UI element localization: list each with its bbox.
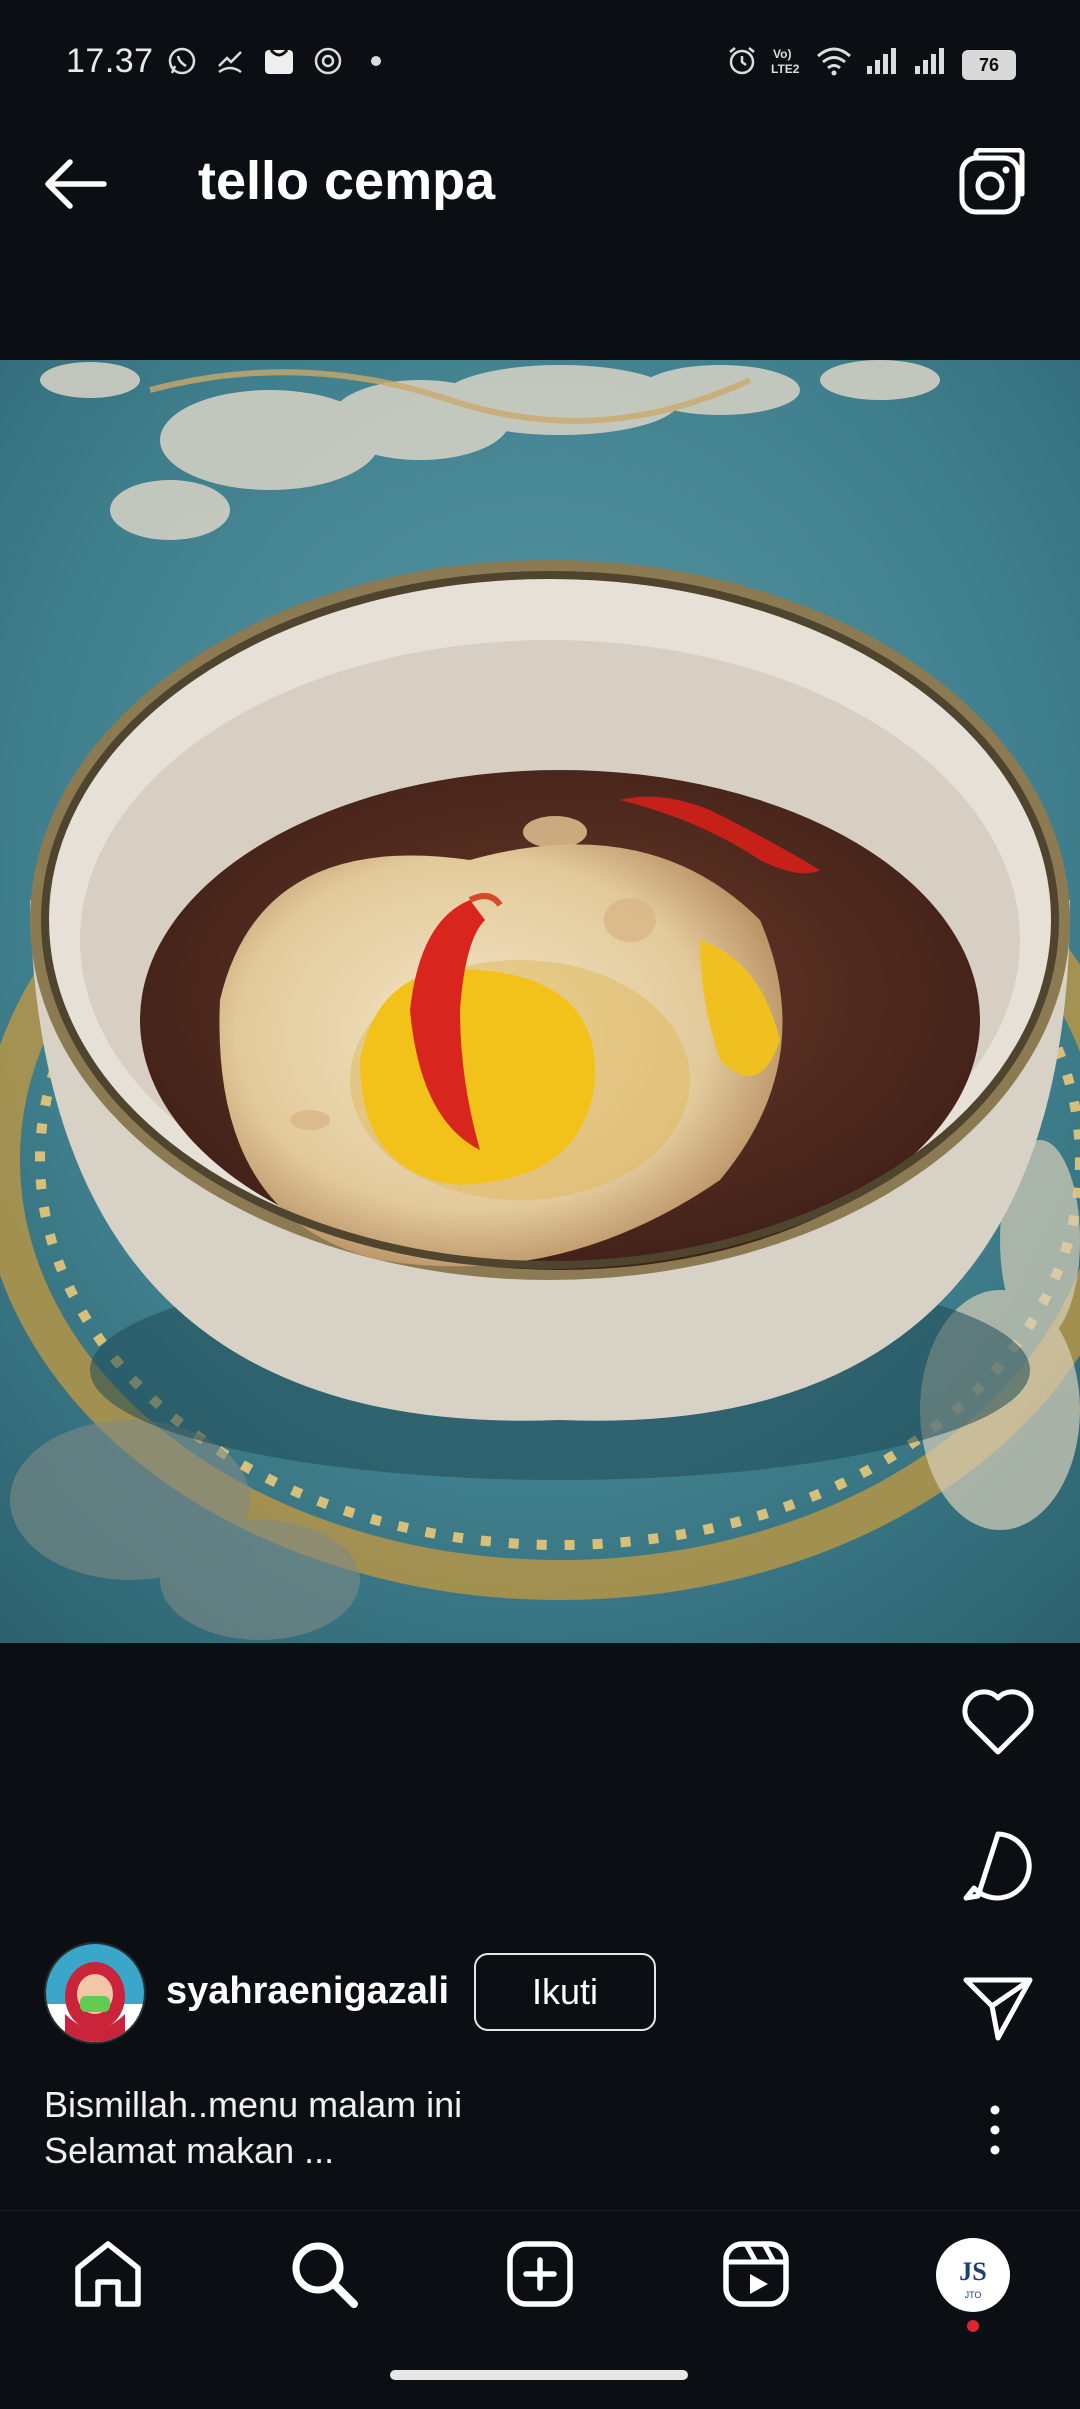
home-indicator[interactable] — [390, 2370, 688, 2380]
caption[interactable]: Bismillah..menu malam ini Selamat makan … — [44, 2082, 924, 2174]
heart-icon — [962, 1689, 1034, 1755]
search-icon — [292, 2242, 358, 2308]
volte-icon: Vo) LTE2 — [768, 46, 810, 76]
share-button[interactable] — [958, 1966, 1038, 2046]
like-button[interactable] — [958, 1682, 1038, 1762]
wifi-icon — [814, 46, 854, 76]
caption-line: Selamat makan ... — [44, 2130, 335, 2171]
comment-button[interactable] — [958, 1826, 1038, 1906]
signal-icon — [864, 46, 900, 76]
caption-line: Bismillah..menu malam ini — [44, 2084, 463, 2125]
nav-reels[interactable] — [718, 2236, 794, 2312]
nav-search[interactable] — [286, 2236, 362, 2312]
arrow-left-icon — [45, 159, 107, 209]
battery-indicator: 76 — [962, 50, 1016, 80]
mail-icon — [262, 46, 296, 76]
sync-icon — [312, 46, 344, 76]
avatar[interactable] — [44, 1942, 146, 2044]
svg-text:JS: JS — [959, 2257, 986, 2286]
reels-icon — [723, 2241, 789, 2307]
nav-home[interactable] — [70, 2236, 146, 2312]
send-icon — [963, 1977, 1033, 2041]
create-icon — [507, 2241, 573, 2307]
dot-icon — [366, 46, 386, 76]
more-vertical-icon — [990, 2105, 1000, 2155]
signal-icon — [912, 46, 948, 76]
nav-create[interactable] — [502, 2236, 578, 2312]
home-icon — [75, 2241, 141, 2307]
profile-notification-dot — [967, 2320, 979, 2332]
post-image[interactable] — [0, 360, 1080, 1643]
camera-button[interactable] — [956, 147, 1026, 218]
nav-profile[interactable]: JS JTO — [934, 2236, 1012, 2314]
back-button[interactable] — [40, 152, 112, 216]
missed-call-icon — [214, 46, 246, 76]
more-options-button[interactable] — [980, 2100, 1010, 2160]
username[interactable]: syahraenigazali — [166, 1970, 449, 2013]
profile-icon: JS JTO — [936, 2238, 1010, 2312]
svg-text:LTE2: LTE2 — [771, 62, 800, 76]
svg-text:Vo): Vo) — [773, 47, 791, 61]
whatsapp-icon — [166, 46, 198, 76]
comment-icon — [963, 1831, 1032, 1901]
alarm-icon — [726, 46, 758, 76]
camera-icon — [959, 147, 1025, 215]
page-title: tello cempa — [198, 151, 496, 211]
status-time: 17.37 — [66, 42, 154, 80]
follow-button[interactable]: Ikuti — [474, 1953, 656, 2031]
svg-text:JTO: JTO — [965, 2290, 982, 2300]
